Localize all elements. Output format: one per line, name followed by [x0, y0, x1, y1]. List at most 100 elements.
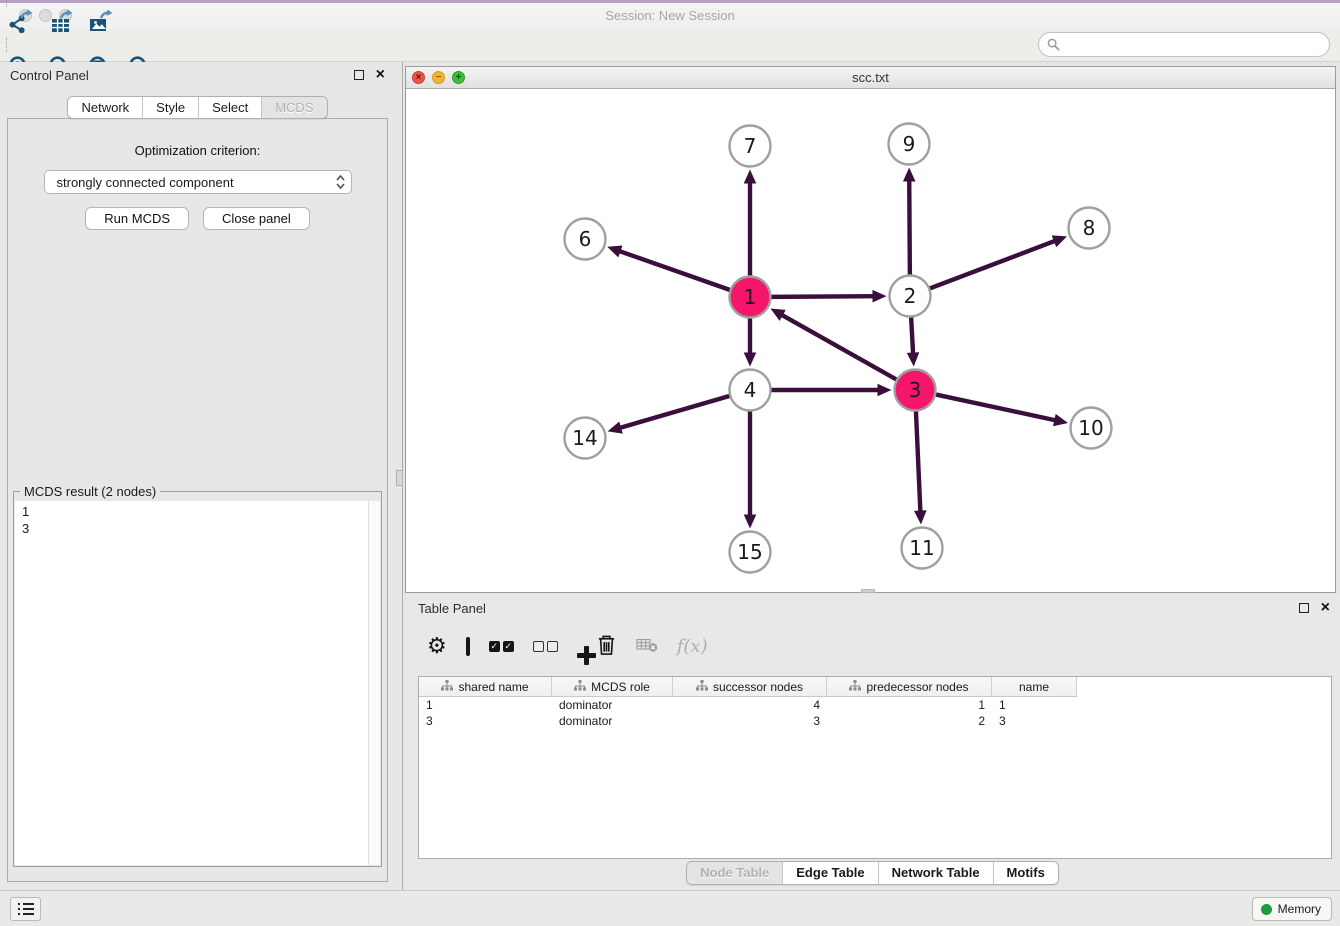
- graph-node-label-6: 6: [579, 227, 592, 251]
- memory-button[interactable]: Memory: [1252, 897, 1332, 921]
- graph-edge-3-11[interactable]: [916, 411, 920, 512]
- graph-edge-arrow-4-15: [744, 515, 757, 529]
- search-box[interactable]: [1038, 32, 1330, 57]
- table-tab-motifs[interactable]: Motifs: [994, 862, 1058, 884]
- graph-edge-1-6[interactable]: [618, 251, 729, 290]
- graph-edge-4-14[interactable]: [619, 396, 729, 428]
- list-icon: [18, 903, 34, 916]
- settings-icon: ⚙: [427, 635, 447, 657]
- table-cell[interactable]: 3: [419, 713, 552, 729]
- table-row[interactable]: 1dominator411: [419, 697, 1331, 713]
- delete-table-icon: [636, 636, 658, 656]
- graph-node-label-10: 10: [1078, 416, 1103, 440]
- search-input[interactable]: [1065, 38, 1329, 52]
- unselect-all-columns-button[interactable]: [533, 641, 558, 652]
- column-type-icon: [574, 680, 586, 694]
- graph-edge-arrow-1-4: [744, 353, 757, 367]
- column-type-icon: [441, 680, 453, 694]
- graph-edge-2-8[interactable]: [930, 241, 1056, 289]
- node-table-header: shared name MCDS role successor nodes prede…: [419, 677, 1331, 697]
- column-header-successor-nodes[interactable]: successor nodes: [673, 677, 827, 697]
- export-network-button[interactable]: [0, 7, 40, 37]
- export-image-icon: [87, 9, 113, 35]
- result-scrollbar[interactable]: [368, 501, 380, 865]
- tab-mcds[interactable]: MCDS: [262, 97, 326, 118]
- column-type-icon: [696, 680, 708, 694]
- table-cell[interactable]: dominator: [552, 697, 673, 713]
- close-panel-icon[interactable]: ×: [376, 70, 385, 80]
- tab-style[interactable]: Style: [143, 97, 199, 118]
- column-header-MCDS-role[interactable]: MCDS role: [552, 677, 673, 697]
- table-cell[interactable]: 2: [827, 713, 992, 729]
- show-columns-icon: [466, 639, 470, 654]
- graph-edge-2-3[interactable]: [911, 317, 913, 354]
- column-label: MCDS role: [591, 680, 650, 694]
- graph-edge-arrow-4-14: [608, 421, 623, 433]
- delete-columns-icon: [596, 633, 617, 659]
- delete-columns-button[interactable]: [596, 633, 617, 659]
- toolbar-separator: [6, 37, 7, 52]
- table-cell[interactable]: 1: [992, 697, 1077, 713]
- show-panels-button[interactable]: [10, 897, 41, 921]
- column-header-shared-name[interactable]: shared name: [419, 677, 552, 697]
- tab-select[interactable]: Select: [199, 97, 262, 118]
- graph-edge-arrow-1-7: [744, 170, 757, 184]
- graph-edge-arrow-2-3: [907, 352, 920, 366]
- table-cell[interactable]: dominator: [552, 713, 673, 729]
- table-cell[interactable]: 3: [673, 713, 827, 729]
- column-label: predecessor nodes: [866, 680, 968, 694]
- search-icon: [1047, 38, 1060, 51]
- network-window-title: scc.txt: [406, 70, 1335, 85]
- float-panel-icon[interactable]: [354, 70, 364, 80]
- app-titlebar: Session: New Session: [0, 3, 1340, 28]
- column-header-predecessor-nodes[interactable]: predecessor nodes: [827, 677, 992, 697]
- column-label: successor nodes: [713, 680, 803, 694]
- graph-edge-3-1[interactable]: [781, 314, 896, 379]
- table-cell[interactable]: 1: [827, 697, 992, 713]
- show-columns-button[interactable]: [466, 639, 470, 654]
- column-type-icon: [849, 680, 861, 694]
- graph-edge-2-9[interactable]: [909, 179, 910, 274]
- control-panel-header: Control Panel ×: [0, 62, 395, 88]
- graph-node-label-3: 3: [909, 378, 922, 402]
- tab-network[interactable]: Network: [68, 97, 143, 118]
- graph-edge-arrow-4-3: [878, 384, 892, 397]
- panel-splitter[interactable]: [395, 62, 405, 890]
- table-tab-network-table[interactable]: Network Table: [879, 862, 994, 884]
- graph-node-label-7: 7: [744, 134, 757, 158]
- table-cell[interactable]: 3: [992, 713, 1077, 729]
- graph-edge-arrow-3-10: [1053, 414, 1068, 426]
- graph-edge-arrow-2-9: [903, 167, 916, 181]
- mcds-result-box: MCDS result (2 nodes) 13: [13, 491, 382, 867]
- table-row[interactable]: 3dominator323: [419, 713, 1331, 729]
- table-tab-node-table[interactable]: Node Table: [687, 862, 783, 884]
- mcds-result-title: MCDS result (2 nodes): [20, 484, 160, 499]
- run-mcds-button[interactable]: Run MCDS: [85, 207, 189, 230]
- splitter-grip[interactable]: [396, 470, 403, 486]
- function-builder-button: f(x): [677, 636, 708, 657]
- delete-table-button: [636, 636, 658, 656]
- column-header-name[interactable]: name: [992, 677, 1077, 697]
- float-table-panel-icon[interactable]: [1299, 603, 1309, 613]
- function-builder-icon: f(x): [677, 636, 708, 657]
- close-table-panel-icon[interactable]: ×: [1321, 603, 1330, 613]
- select-all-columns-button[interactable]: ✓✓: [489, 641, 514, 652]
- optimization-criterion-select[interactable]: strongly connected component: [44, 170, 352, 194]
- graph-edge-1-2[interactable]: [771, 296, 874, 297]
- graph-edge-3-10[interactable]: [936, 395, 1056, 421]
- settings-button[interactable]: ⚙: [427, 635, 447, 657]
- table-tab-edge-table[interactable]: Edge Table: [783, 862, 878, 884]
- network-resize-grip[interactable]: [861, 589, 875, 593]
- close-panel-button[interactable]: Close panel: [203, 207, 310, 230]
- table-cell[interactable]: 4: [673, 697, 827, 713]
- graph-node-label-15: 15: [737, 540, 762, 564]
- toolbar-separator: [6, 0, 7, 7]
- criterion-selected-value: strongly connected component: [57, 175, 336, 190]
- network-canvas[interactable]: 7968124314101511: [406, 89, 1335, 592]
- column-label: shared name: [458, 680, 528, 694]
- export-table-button[interactable]: [40, 7, 80, 37]
- export-image-button[interactable]: [80, 7, 120, 37]
- table-cell[interactable]: 1: [419, 697, 552, 713]
- select-stepper-icon: [336, 174, 345, 190]
- mcds-tab-content: Optimization criterion: strongly connect…: [7, 118, 388, 882]
